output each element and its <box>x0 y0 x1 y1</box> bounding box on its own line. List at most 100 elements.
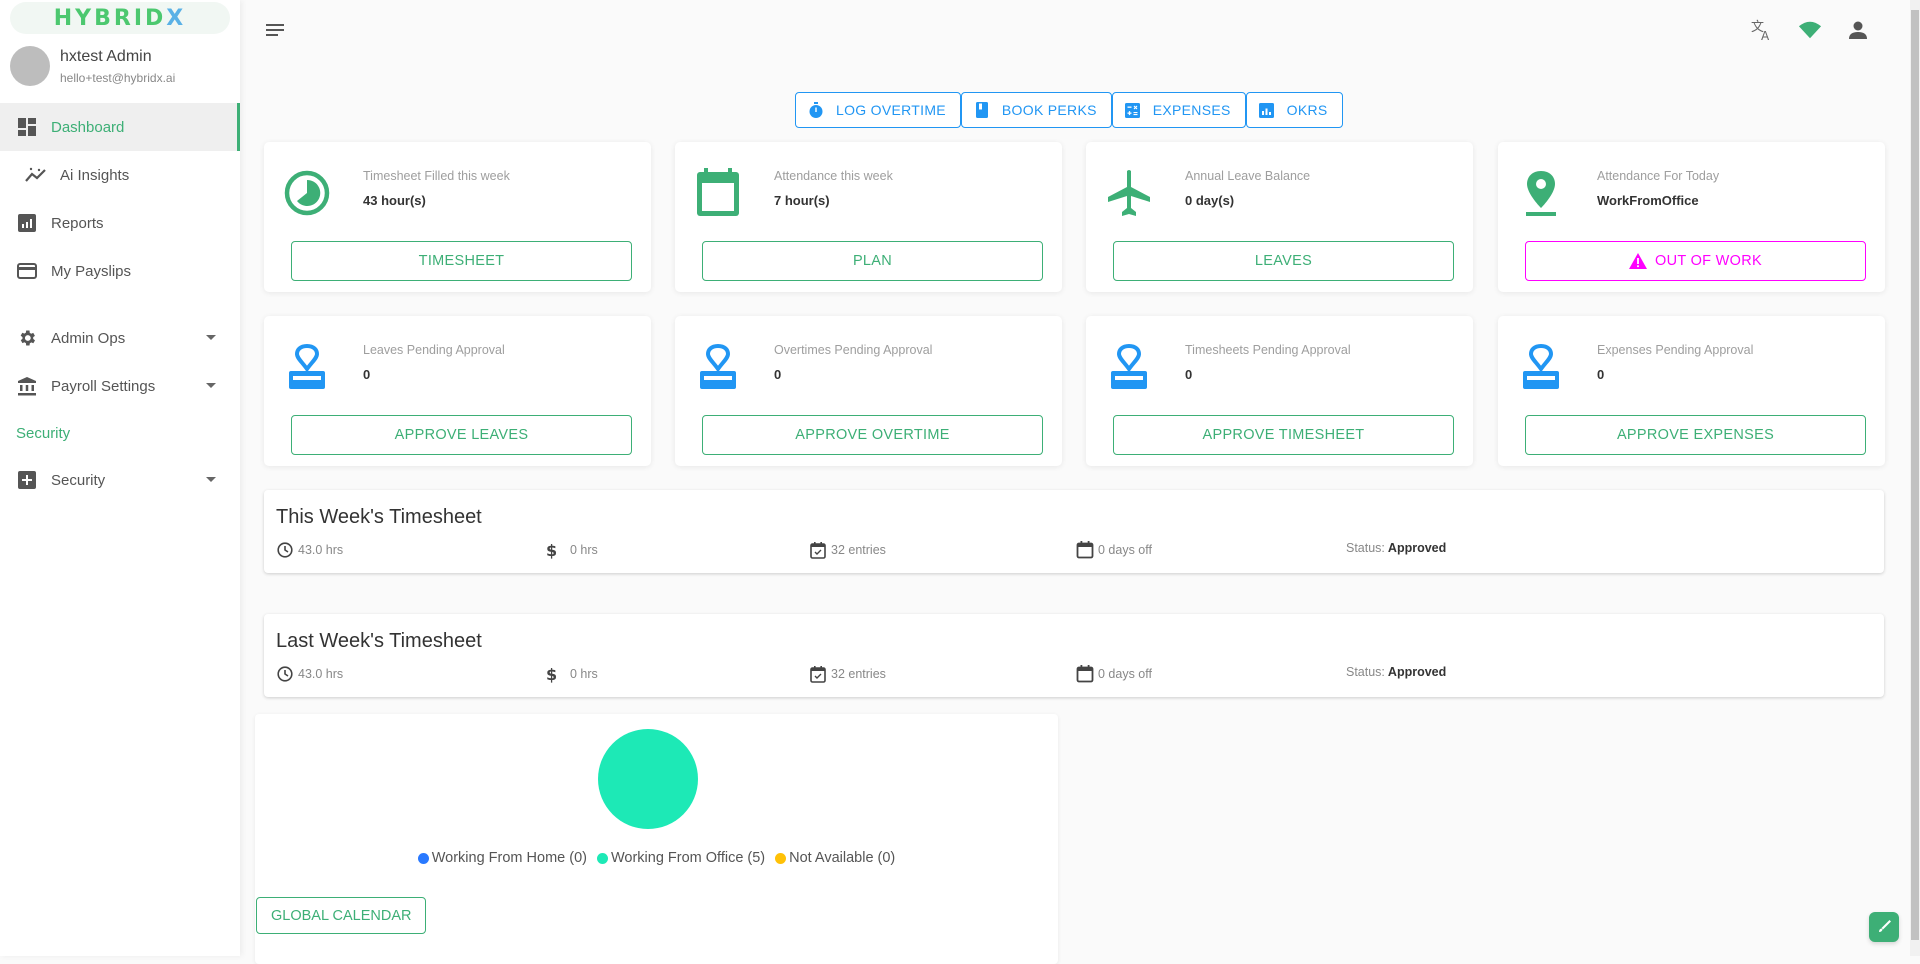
legend-item-wfo[interactable]: Working From Office (5) <box>596 850 765 866</box>
expenses-pending-card: Expenses Pending Approval 0 APPROVE EXPE… <box>1498 316 1885 466</box>
status-label: Status: <box>1346 541 1385 555</box>
svg-text:$: $ <box>546 541 557 559</box>
chevron-down-icon <box>206 477 216 482</box>
gear-icon <box>16 327 38 349</box>
days-off-value: 0 days off <box>1098 543 1152 557</box>
last-week-timesheet[interactable]: Last Week's Timesheet 43.0 hrs $0 hrs 32… <box>264 614 1884 697</box>
sidebar-item-label: Admin Ops <box>51 329 126 347</box>
hours-value: 43.0 hrs <box>298 543 344 557</box>
annual-leave-card: Annual Leave Balance 0 day(s) LEAVES <box>1086 142 1473 292</box>
dashboard-icon <box>16 116 38 138</box>
leaves-pending-card: Leaves Pending Approval 0 APPROVE LEAVES <box>264 316 651 466</box>
sidebar-item-dashboard[interactable]: Dashboard <box>0 103 240 151</box>
clock-icon <box>276 665 294 683</box>
out-of-work-button[interactable]: OUT OF WORK <box>1525 241 1866 281</box>
legend-dot <box>775 852 787 864</box>
stamp-icon <box>282 342 332 392</box>
timesheet-card: Timesheet Filled this week 43 hour(s) TI… <box>264 142 651 292</box>
this-week-timesheet[interactable]: This Week's Timesheet 43.0 hrs $0 hrs 32… <box>264 490 1884 573</box>
plus-box-icon <box>16 469 38 491</box>
theme-brush-button[interactable] <box>1869 912 1899 942</box>
svg-text:A: A <box>1761 29 1770 42</box>
approve-overtime-button[interactable]: APPROVE OVERTIME <box>702 415 1043 455</box>
dollar-icon: $ <box>542 541 560 559</box>
leaves-button[interactable]: LEAVES <box>1113 241 1454 281</box>
sidebar-item-label: Reports <box>51 214 104 232</box>
user-email: hello+test@hybridx.ai <box>60 70 176 85</box>
calendar-check-icon <box>809 665 827 683</box>
billable-value: 0 hrs <box>570 543 598 557</box>
wifi-icon[interactable] <box>1798 18 1822 42</box>
stamp-icon <box>1516 342 1566 392</box>
translate-icon[interactable]: 文A <box>1750 18 1774 42</box>
map-marker-icon <box>1516 168 1566 218</box>
timesheet-button[interactable]: TIMESHEET <box>291 241 632 281</box>
billable-value: 0 hrs <box>570 667 598 681</box>
legend-item-not-available[interactable]: Not Available (0) <box>775 850 895 866</box>
chevron-down-icon <box>206 335 216 340</box>
menu-icon[interactable] <box>266 22 286 38</box>
reports-icon <box>16 212 38 234</box>
logo[interactable]: HYBRIDX <box>10 2 230 34</box>
sidebar-nav: Dashboard Ai Insights Reports My Payslip… <box>0 103 240 504</box>
timesheets-pending-card: Timesheets Pending Approval 0 APPROVE TI… <box>1086 316 1473 466</box>
okrs-button[interactable]: OKRS <box>1245 92 1343 128</box>
user-name: hxtest Admin <box>60 47 152 65</box>
book-perks-button[interactable]: BOOK PERKS <box>960 92 1112 128</box>
brush-icon <box>1877 920 1891 934</box>
panel-title: Last Week's Timesheet <box>276 630 482 652</box>
legend-item-wfh[interactable]: Working From Home (0) <box>417 850 587 866</box>
log-overtime-button[interactable]: LOG OVERTIME <box>795 92 961 128</box>
stopwatch-icon <box>808 102 824 118</box>
attendance-pie-chart <box>598 729 698 829</box>
avatar[interactable] <box>10 46 50 86</box>
bank-icon <box>16 375 38 397</box>
chart-box-icon <box>1259 102 1275 118</box>
approve-leaves-button[interactable]: APPROVE LEAVES <box>291 415 632 455</box>
sidebar-item-security[interactable]: Security <box>0 456 240 504</box>
sidebar-item-label: Payroll Settings <box>51 377 156 395</box>
sidebar-item-label: Dashboard <box>51 118 125 136</box>
scrollbar-thumb[interactable] <box>1911 10 1919 940</box>
sidebar-item-reports[interactable]: Reports <box>0 199 240 247</box>
pie-slice-working-from-office[interactable] <box>598 729 698 829</box>
attendance-chart-card: Working From Home (0) Working From Offic… <box>255 714 1058 964</box>
expenses-button[interactable]: EXPENSES <box>1111 92 1246 128</box>
status-badge: Approved <box>1387 665 1447 679</box>
calendar-icon <box>1076 541 1094 559</box>
approve-expenses-button[interactable]: APPROVE EXPENSES <box>1525 415 1866 455</box>
sidebar-item-admin-ops[interactable]: Admin Ops <box>0 314 240 362</box>
calendar-icon <box>693 168 743 218</box>
insights-icon <box>25 164 47 186</box>
airplane-icon <box>1104 168 1154 218</box>
user-profile: hxtest Admin hello+test@hybridx.ai <box>10 46 175 86</box>
sidebar-item-ai-insights[interactable]: Ai Insights <box>0 151 240 199</box>
attendance-card: Attendance this week 7 hour(s) PLAN <box>675 142 1062 292</box>
panel-title: This Week's Timesheet <box>276 506 482 528</box>
days-off-value: 0 days off <box>1098 667 1152 681</box>
stamp-icon <box>1104 342 1154 392</box>
sidebar-item-label: Security <box>51 471 106 489</box>
legend-dot <box>417 852 429 864</box>
sidebar-item-label: Ai Insights <box>60 166 130 184</box>
approve-timesheet-button[interactable]: APPROVE TIMESHEET <box>1113 415 1454 455</box>
plan-button[interactable]: PLAN <box>702 241 1043 281</box>
header-actions: 文A <box>1750 18 1870 42</box>
page-scrollbar[interactable] <box>1910 0 1920 956</box>
sidebar-item-payroll-settings[interactable]: Payroll Settings <box>0 362 240 410</box>
legend-dot <box>596 852 608 864</box>
calendar-check-icon <box>809 541 827 559</box>
global-calendar-button[interactable]: GLOBAL CALENDAR <box>256 897 427 934</box>
account-icon[interactable] <box>1846 18 1870 42</box>
sidebar-section-security: Security <box>16 424 71 442</box>
stamp-icon <box>693 342 743 392</box>
overtimes-pending-card: Overtimes Pending Approval 0 APPROVE OVE… <box>675 316 1062 466</box>
clock-icon <box>276 541 294 559</box>
status-badge: Approved <box>1387 541 1447 555</box>
quick-actions: LOG OVERTIME BOOK PERKS EXPENSES OKRS <box>795 92 1343 128</box>
payslip-card-icon <box>16 260 38 282</box>
sidebar-item-my-payslips[interactable]: My Payslips <box>0 247 240 295</box>
attendance-today-card: Attendance For Today WorkFromOffice OUT … <box>1498 142 1885 292</box>
book-icon <box>974 102 990 118</box>
warning-icon <box>1629 253 1648 269</box>
